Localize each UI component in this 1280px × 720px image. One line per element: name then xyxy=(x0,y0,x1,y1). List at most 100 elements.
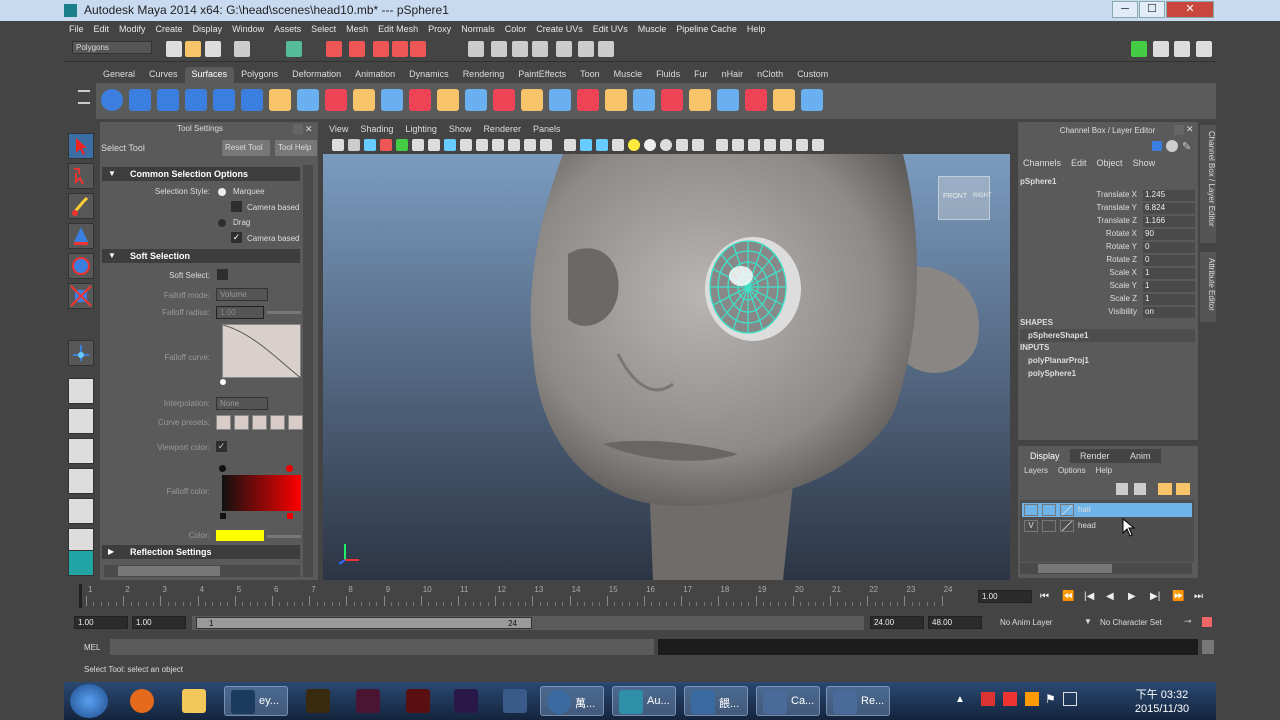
select-by-hierarchy-icon[interactable] xyxy=(286,41,302,57)
ramp-marker-bottom-red[interactable] xyxy=(287,513,293,519)
viewport-tool-11-icon[interactable] xyxy=(492,139,504,151)
channel-row[interactable]: Rotate Y 0 xyxy=(1020,242,1195,255)
curve-preset-2[interactable] xyxy=(234,415,249,430)
viewport-tool-8-icon[interactable] xyxy=(444,139,456,151)
playback-start-field[interactable]: 1.00 xyxy=(132,616,186,629)
taskbar-indesign-button[interactable] xyxy=(350,686,390,716)
render-icon[interactable] xyxy=(578,41,594,57)
viewport-menu-view[interactable]: View xyxy=(323,122,354,136)
channel-value[interactable]: 1 xyxy=(1143,281,1195,292)
cone-icon[interactable] xyxy=(185,89,207,111)
interpolation-dropdown[interactable]: None xyxy=(216,397,268,410)
channel-row[interactable]: Visibility on xyxy=(1020,307,1195,320)
taskbar-after-effects-button[interactable] xyxy=(448,686,488,716)
falloff-mode-dropdown[interactable]: Volume xyxy=(216,288,268,301)
shelf-tab-custom[interactable]: Custom xyxy=(790,67,835,83)
channel-value[interactable]: 90 xyxy=(1143,229,1195,240)
channel-value[interactable]: 0 xyxy=(1143,255,1195,266)
tray-app-icon[interactable] xyxy=(1003,692,1017,706)
layer-menu-layers[interactable]: Layers xyxy=(1024,466,1048,480)
snap-grid-icon[interactable] xyxy=(468,41,484,57)
clock-time[interactable]: 下午 03:32 xyxy=(1114,686,1210,702)
viewport-tool-30-icon[interactable] xyxy=(812,139,824,151)
network-icon[interactable] xyxy=(1063,692,1077,706)
torus-icon[interactable] xyxy=(241,89,263,111)
shelf-tab-general[interactable]: General xyxy=(96,67,142,83)
layer-playback-toggle[interactable] xyxy=(1042,504,1056,516)
curve-preset-4[interactable] xyxy=(270,415,285,430)
viewport-menu-renderer[interactable]: Renderer xyxy=(477,122,527,136)
lasso-tool-icon[interactable] xyxy=(68,163,94,189)
channel-value[interactable]: 1 xyxy=(1143,268,1195,279)
curve-key-marker[interactable] xyxy=(220,379,226,385)
shelf-tab-polygons[interactable]: Polygons xyxy=(234,67,285,83)
layer-tab-render[interactable]: Render xyxy=(1070,449,1120,463)
persp-outliner-layout-icon[interactable] xyxy=(68,498,94,524)
save-scene-icon[interactable] xyxy=(205,41,221,57)
falloff-color-ramp[interactable] xyxy=(222,475,301,511)
channel-value[interactable]: 0 xyxy=(1143,242,1195,253)
viewport-tool-18-icon[interactable] xyxy=(612,139,624,151)
select-surface-icon[interactable] xyxy=(392,41,408,57)
shelf-tab-ncloth[interactable]: nCloth xyxy=(750,67,790,83)
taskbar-app-button[interactable]: 餵... xyxy=(684,686,748,716)
tool-settings-scrollbar[interactable] xyxy=(303,165,313,577)
taskbar-flash-button[interactable] xyxy=(400,686,440,716)
viewport-tool-26-icon[interactable] xyxy=(748,139,760,151)
tray-expand-icon[interactable]: ▲ xyxy=(955,694,965,705)
taskbar-recorder-button[interactable]: Re... xyxy=(826,686,890,716)
attach-icon[interactable] xyxy=(465,89,487,111)
menu-edit[interactable]: Edit xyxy=(89,21,115,38)
viewport-tool-16-icon[interactable] xyxy=(580,139,592,151)
reset-tool-button[interactable]: Reset Tool xyxy=(222,140,270,156)
shelf-tab-deformation[interactable]: Deformation xyxy=(285,67,348,83)
new-layer-icon[interactable] xyxy=(1116,483,1128,495)
taskbar-network-manager-button[interactable] xyxy=(497,686,537,716)
viewport-tool-2-icon[interactable] xyxy=(348,139,360,151)
snap-curve-icon[interactable] xyxy=(491,41,507,57)
current-time-marker[interactable] xyxy=(79,584,82,608)
reflection-settings-header[interactable]: Reflection Settings xyxy=(102,545,300,559)
layer-tab-display[interactable]: Display xyxy=(1020,449,1070,463)
drag-radio[interactable] xyxy=(218,219,226,227)
script-editor-icon[interactable] xyxy=(1202,640,1214,654)
close-button[interactable]: ✕ xyxy=(1166,1,1214,18)
close-panel-icon[interactable]: ✕ xyxy=(1186,124,1194,135)
ipr-icon[interactable] xyxy=(598,41,614,57)
loft-icon[interactable] xyxy=(269,89,291,111)
single-view-layout-icon[interactable] xyxy=(68,378,94,404)
side-by-side-layout-icon[interactable] xyxy=(68,438,94,464)
layer-visibility-toggle[interactable]: V xyxy=(1024,520,1038,532)
taskbar-illustrator-button[interactable] xyxy=(300,686,340,716)
select-joint-icon[interactable] xyxy=(349,41,365,57)
viewport-menu-show[interactable]: Show xyxy=(443,122,478,136)
channel-row[interactable]: Scale Y 1 xyxy=(1020,281,1195,294)
undo-icon[interactable] xyxy=(234,41,250,57)
channel-row[interactable]: Translate Y 6.824 xyxy=(1020,203,1195,216)
manipulator-icon[interactable] xyxy=(68,340,94,366)
viewport-tool-4-icon[interactable] xyxy=(380,139,392,151)
shelf-tab-surfaces[interactable]: Surfaces xyxy=(184,67,235,83)
channel-value[interactable]: 1 xyxy=(1143,294,1195,305)
menu-normals[interactable]: Normals xyxy=(456,21,500,38)
viewport-tool-10-icon[interactable] xyxy=(476,139,488,151)
input-node[interactable]: polyPlanarProj1 xyxy=(1028,356,1089,365)
untrim-icon[interactable] xyxy=(745,89,767,111)
marquee-radio[interactable] xyxy=(218,188,226,196)
curve-preset-3[interactable] xyxy=(252,415,267,430)
viewport-tool-28-icon[interactable] xyxy=(780,139,792,151)
float-panel-icon[interactable] xyxy=(293,124,303,134)
tool-help-button[interactable]: Tool Help xyxy=(275,140,317,156)
boolean-icon[interactable] xyxy=(409,89,431,111)
go-to-start-button[interactable]: ⏮ xyxy=(1040,591,1049,602)
layer-hscroll[interactable] xyxy=(1020,563,1192,574)
clock-date[interactable]: 2015/11/30 xyxy=(1114,703,1210,715)
flag-icon[interactable]: ⚑ xyxy=(1045,692,1056,706)
step-forward-frame-button[interactable]: ▶| xyxy=(1150,591,1160,602)
menu-modify[interactable]: Modify xyxy=(114,21,151,38)
falloff-radius-slider[interactable] xyxy=(267,311,301,314)
layer-menu-help[interactable]: Help xyxy=(1096,466,1112,480)
tray-security-icon[interactable] xyxy=(1025,692,1039,706)
channel-row[interactable]: Scale Z 1 xyxy=(1020,294,1195,307)
character-set-dropdown[interactable]: No Character Set xyxy=(1100,618,1162,627)
